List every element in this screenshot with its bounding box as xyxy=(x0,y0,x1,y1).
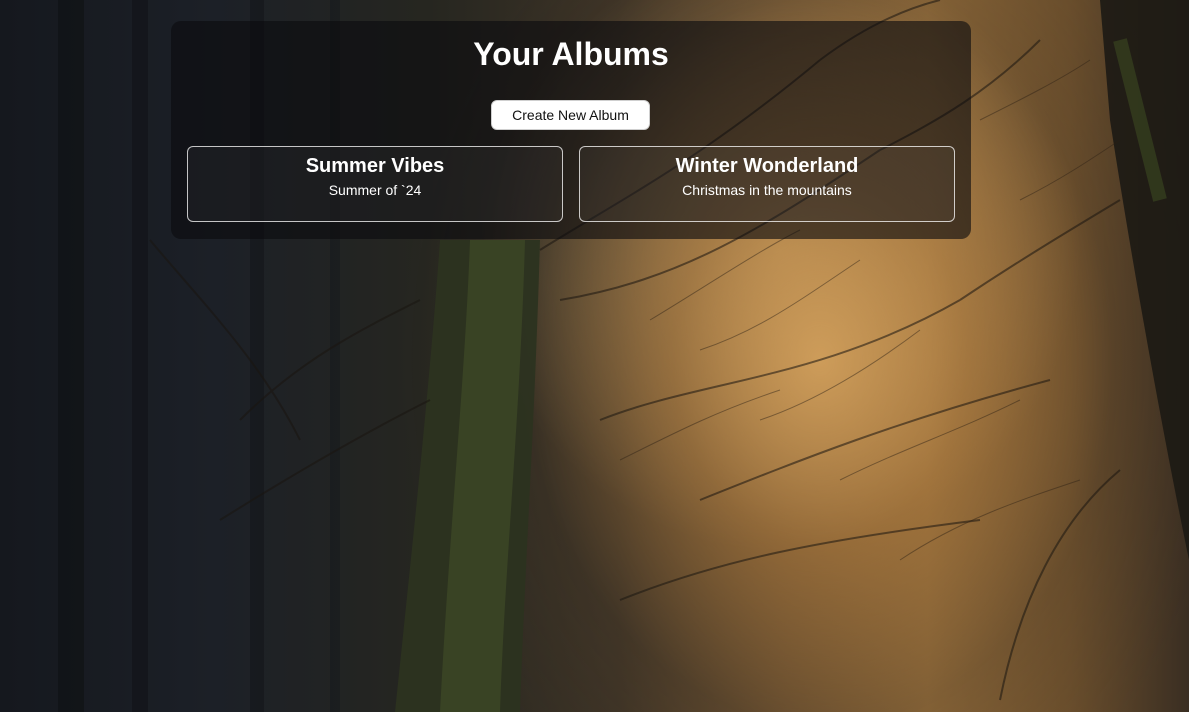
albums-panel: Your Albums Create New Album Summer Vibe… xyxy=(171,21,971,239)
album-card[interactable]: Summer Vibes Summer of `24 xyxy=(187,146,563,222)
album-name: Summer Vibes xyxy=(305,155,445,177)
album-card[interactable]: Winter Wonderland Christmas in the mount… xyxy=(579,146,955,222)
create-new-album-button[interactable]: Create New Album xyxy=(491,100,650,130)
album-description: Summer of `24 xyxy=(328,182,422,198)
page-title: Your Albums xyxy=(473,36,669,72)
album-name: Winter Wonderland xyxy=(675,155,859,177)
album-description: Christmas in the mountains xyxy=(682,182,852,198)
